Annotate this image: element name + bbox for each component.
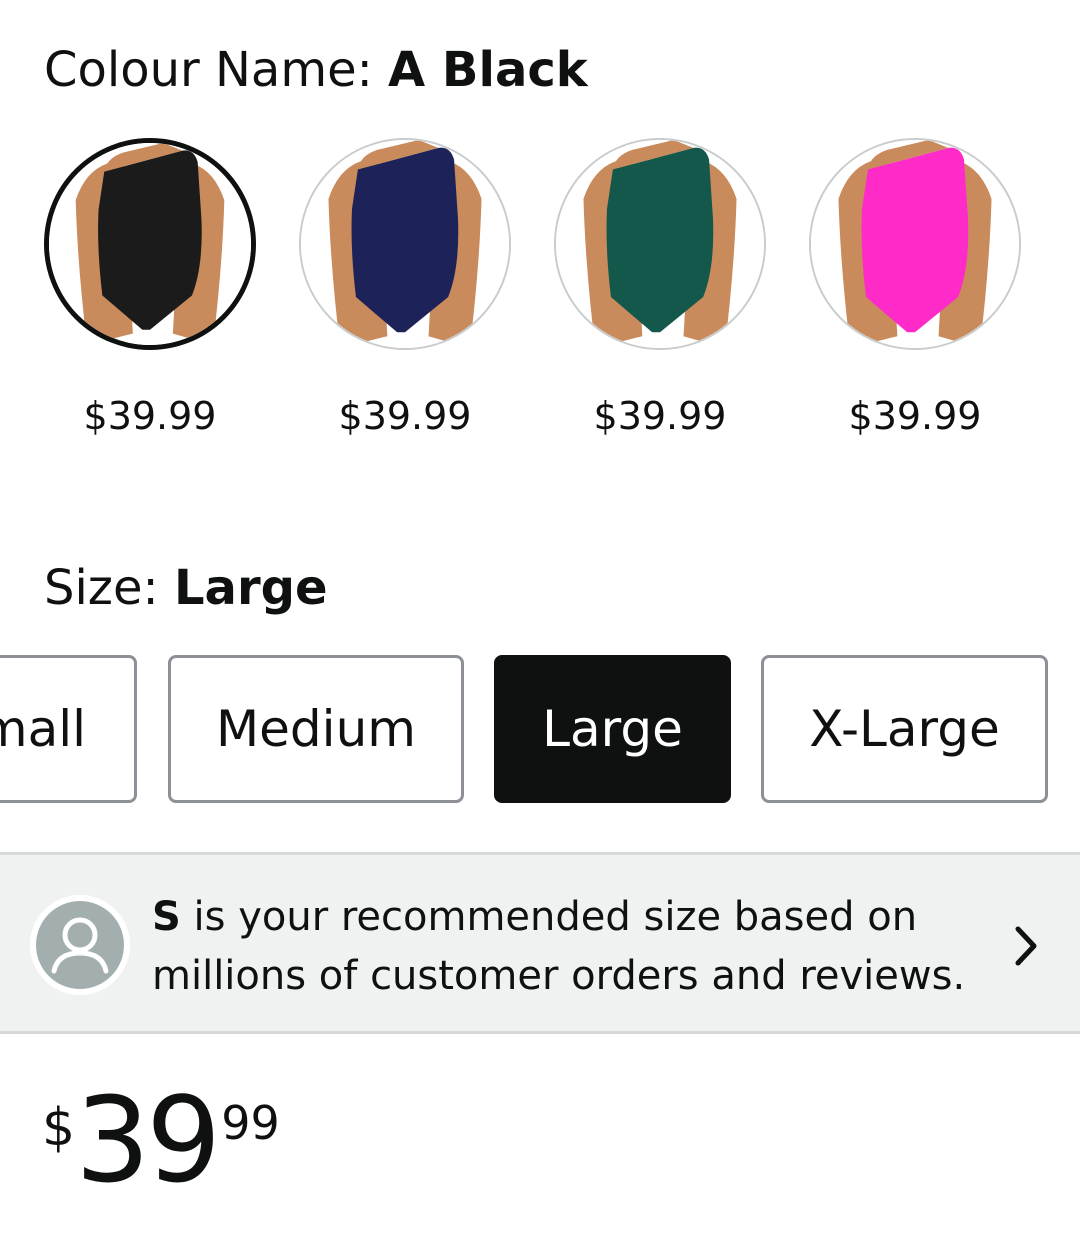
size-option-large[interactable]: Large — [494, 655, 731, 803]
swimsuit-navy-image — [301, 140, 509, 348]
swatch-price-green: $39.99 — [593, 394, 727, 438]
swatch-navy[interactable] — [299, 138, 511, 350]
colour-name-label: Colour Name: A Black — [44, 42, 588, 98]
swatch-price-pink: $39.99 — [848, 394, 982, 438]
size-option-medium[interactable]: Medium — [168, 655, 464, 803]
swimsuit-black-image — [49, 143, 251, 345]
size-label: Size: Large — [44, 560, 328, 616]
swatch-black[interactable] — [44, 138, 256, 350]
swatch-pink[interactable] — [809, 138, 1021, 350]
recommendation-text: S is your recommended size based on mill… — [152, 894, 966, 999]
product-price: $ 39 99 — [42, 1080, 280, 1200]
size-option-x-large[interactable]: X-Large — [761, 655, 1048, 803]
swatch-price-black: $39.99 — [83, 394, 217, 438]
user-icon — [36, 901, 124, 989]
colour-name-value: A Black — [388, 42, 588, 98]
price-whole: 39 — [75, 1071, 221, 1209]
swatch-green[interactable] — [554, 138, 766, 350]
size-option-small[interactable]: mall — [0, 655, 137, 803]
avatar — [30, 895, 130, 995]
size-recommendation-banner[interactable]: S is your recommended size based on mill… — [0, 852, 1080, 1034]
swatch-price-navy: $39.99 — [338, 394, 472, 438]
price-fraction: 99 — [221, 1096, 280, 1150]
chevron-right-icon[interactable] — [1010, 921, 1042, 971]
swimsuit-pink-image — [811, 140, 1019, 348]
price-symbol: $ — [42, 1098, 76, 1158]
size-value: Large — [173, 560, 328, 616]
swimsuit-green-image — [556, 140, 764, 348]
